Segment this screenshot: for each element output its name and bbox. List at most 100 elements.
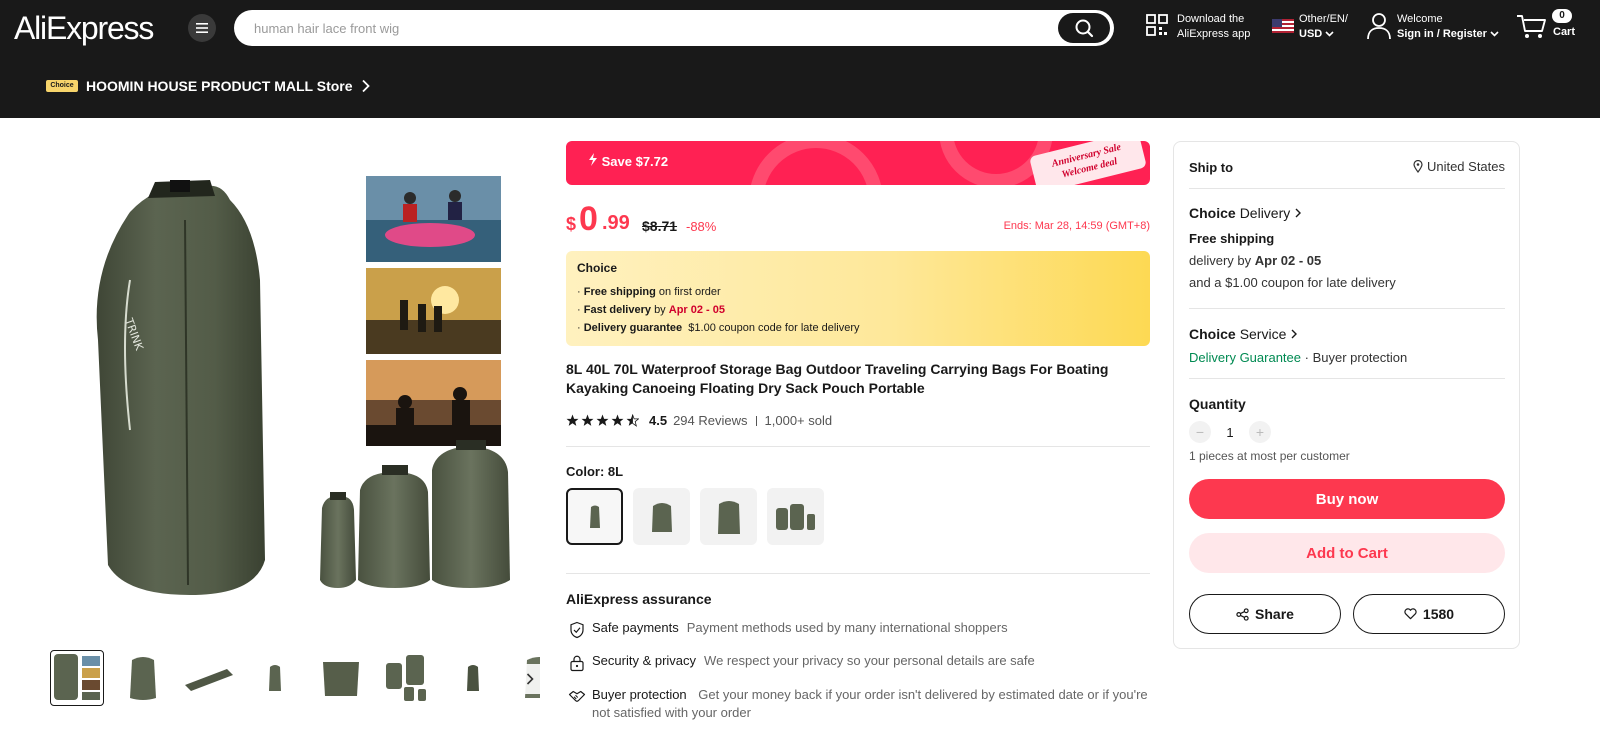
- color-option-40l[interactable]: [633, 488, 690, 545]
- free-shipping-line: · Free shipping on first order: [577, 286, 721, 298]
- coupon-note: and a $1.00 coupon for late delivery: [1189, 275, 1396, 290]
- chevron-down-icon: [1490, 31, 1499, 37]
- chevron-right-icon: [1291, 329, 1298, 339]
- delivery-date: Apr 02 - 05: [1254, 253, 1322, 268]
- ship-to-row[interactable]: Ship to United States: [1189, 159, 1505, 177]
- user-icon[interactable]: [1366, 12, 1392, 40]
- thumbnail-4[interactable]: [248, 650, 302, 706]
- wishlist-count: 1580: [1422, 606, 1455, 622]
- cart-icon[interactable]: [1516, 14, 1548, 40]
- half-star-icon: [626, 414, 639, 427]
- share-icon: [1236, 607, 1249, 621]
- search-input[interactable]: [254, 10, 1034, 46]
- ship-location[interactable]: United States: [1413, 159, 1505, 174]
- quantity-stepper: − 1 +: [1189, 421, 1505, 443]
- lightning-icon: [589, 153, 597, 166]
- thumbnail-2[interactable]: [116, 650, 170, 706]
- share-label: Share: [1255, 606, 1294, 622]
- ship-to-label: Ship to: [1189, 160, 1234, 175]
- fast-delivery-line: · Fast delivery by Apr 02 - 05: [577, 304, 725, 316]
- rating-row: 4.5 294 Reviews 1,000+ sold: [566, 413, 832, 428]
- section-divider: [1189, 378, 1505, 379]
- choice-delivery-link[interactable]: Choice Delivery: [1189, 205, 1505, 221]
- original-price: $8.71: [642, 218, 678, 234]
- add-to-cart-button[interactable]: Add to Cart: [1189, 533, 1505, 573]
- star-icon: [611, 414, 624, 426]
- color-swatches: [566, 488, 824, 545]
- choice-label: Choice: [1189, 326, 1236, 342]
- sign-in-register-link[interactable]: Sign in / Register: [1397, 28, 1487, 40]
- ship-location-text: United States: [1426, 159, 1505, 174]
- section-divider: [566, 573, 1150, 574]
- free-shipping-label: Free shipping: [583, 286, 656, 298]
- section-divider: [1189, 308, 1505, 309]
- purchase-panel: Ship to United States Choice Delivery Fr…: [1173, 141, 1520, 649]
- save-amount: Save $7.72: [588, 153, 668, 169]
- color-option-70l[interactable]: [700, 488, 757, 545]
- main-product-image[interactable]: TRINK: [50, 140, 540, 630]
- price-integer: 0: [579, 200, 598, 238]
- search-button[interactable]: [1058, 13, 1110, 43]
- buy-now-button[interactable]: Buy now: [1189, 479, 1505, 519]
- chevron-right-icon: [1295, 208, 1302, 218]
- fast-delivery-by: by: [654, 304, 666, 316]
- buyer-protection-text: · Buyer protection: [1304, 350, 1408, 365]
- reviews-link[interactable]: 294 Reviews: [673, 413, 747, 428]
- thumbnail-1[interactable]: [50, 650, 104, 706]
- welcome-label: Welcome: [1397, 13, 1443, 25]
- product-title: 8L 40L 70L Waterproof Storage Bag Outdoo…: [566, 361, 1109, 396]
- thumbnail-5[interactable]: [314, 650, 368, 706]
- download-line1: Download the: [1177, 13, 1245, 25]
- section-divider: [566, 446, 1150, 447]
- sold-count: 1,000+ sold: [764, 413, 833, 428]
- quantity-decrease-button[interactable]: −: [1189, 421, 1211, 443]
- hamburger-icon: [196, 23, 208, 33]
- quantity-increase-button[interactable]: +: [1249, 421, 1271, 443]
- color-option-set[interactable]: [767, 488, 824, 545]
- delivery-guarantee-line: · Delivery guarantee $1.00 coupon code f…: [577, 322, 860, 334]
- buy-now-wrapper: Buy now: [1189, 479, 1505, 519]
- top-header: AliExpress Download the AliExpress app O…: [0, 0, 1600, 118]
- section-divider: [1189, 188, 1505, 189]
- choice-service-link[interactable]: Choice Service: [1189, 326, 1505, 342]
- delivery-label: Delivery: [1239, 205, 1291, 221]
- star-rating: [566, 414, 639, 427]
- thumbnail-7[interactable]: [446, 650, 500, 706]
- divider: [755, 415, 757, 426]
- assurance-desc: Payment methods used by many internation…: [686, 620, 1008, 635]
- assurance-safe-payments: Safe payments Payment methods used by ma…: [566, 620, 1008, 639]
- cart-label[interactable]: Cart: [1553, 26, 1575, 38]
- location-pin-icon: [1413, 160, 1423, 173]
- account-menu[interactable]: Welcome Sign in / Register: [1397, 12, 1499, 42]
- chevron-down-icon: [1325, 31, 1334, 37]
- thumbnail-next-button[interactable]: [519, 664, 541, 694]
- fast-delivery-date: Apr 02 - 05: [668, 304, 725, 316]
- download-app-link[interactable]: Download the AliExpress app: [1177, 12, 1250, 42]
- choice-badge: Choice: [46, 80, 78, 92]
- star-icon: [581, 414, 594, 426]
- shield-check-icon: [570, 621, 584, 639]
- wishlist-button[interactable]: 1580: [1353, 594, 1505, 634]
- sale-end-time: Ends: Mar 28, 14:59 (GMT+8): [1003, 220, 1150, 232]
- store-name: HOOMIN HOUSE PRODUCT MALL Store: [86, 78, 353, 94]
- thumbnail-3[interactable]: [182, 650, 236, 706]
- star-icon: [596, 414, 609, 426]
- language-currency-selector[interactable]: Other/EN/ USD: [1299, 12, 1348, 42]
- quantity-value[interactable]: 1: [1225, 425, 1235, 440]
- price-currency: $: [566, 214, 577, 234]
- assurance-title: AliExpress assurance: [566, 591, 712, 607]
- thumbnail-image: [54, 654, 100, 700]
- color-option-8l[interactable]: [566, 488, 623, 545]
- menu-button[interactable]: [188, 14, 216, 42]
- delivery-guarantee-link[interactable]: Delivery Guarantee: [1189, 350, 1301, 365]
- thumbnail-6[interactable]: [380, 650, 434, 706]
- assurance-label: Buyer protection: [592, 687, 687, 702]
- aliexpress-logo[interactable]: AliExpress: [14, 10, 154, 47]
- qr-code-icon[interactable]: [1146, 14, 1168, 36]
- store-link[interactable]: Choice HOOMIN HOUSE PRODUCT MALL Store: [46, 78, 371, 94]
- us-flag-icon: [1272, 19, 1294, 33]
- price-decimal: .99: [602, 212, 630, 234]
- assurance-label: Security & privacy: [592, 653, 697, 668]
- rating-value: 4.5: [649, 413, 668, 428]
- share-button[interactable]: Share: [1189, 594, 1341, 634]
